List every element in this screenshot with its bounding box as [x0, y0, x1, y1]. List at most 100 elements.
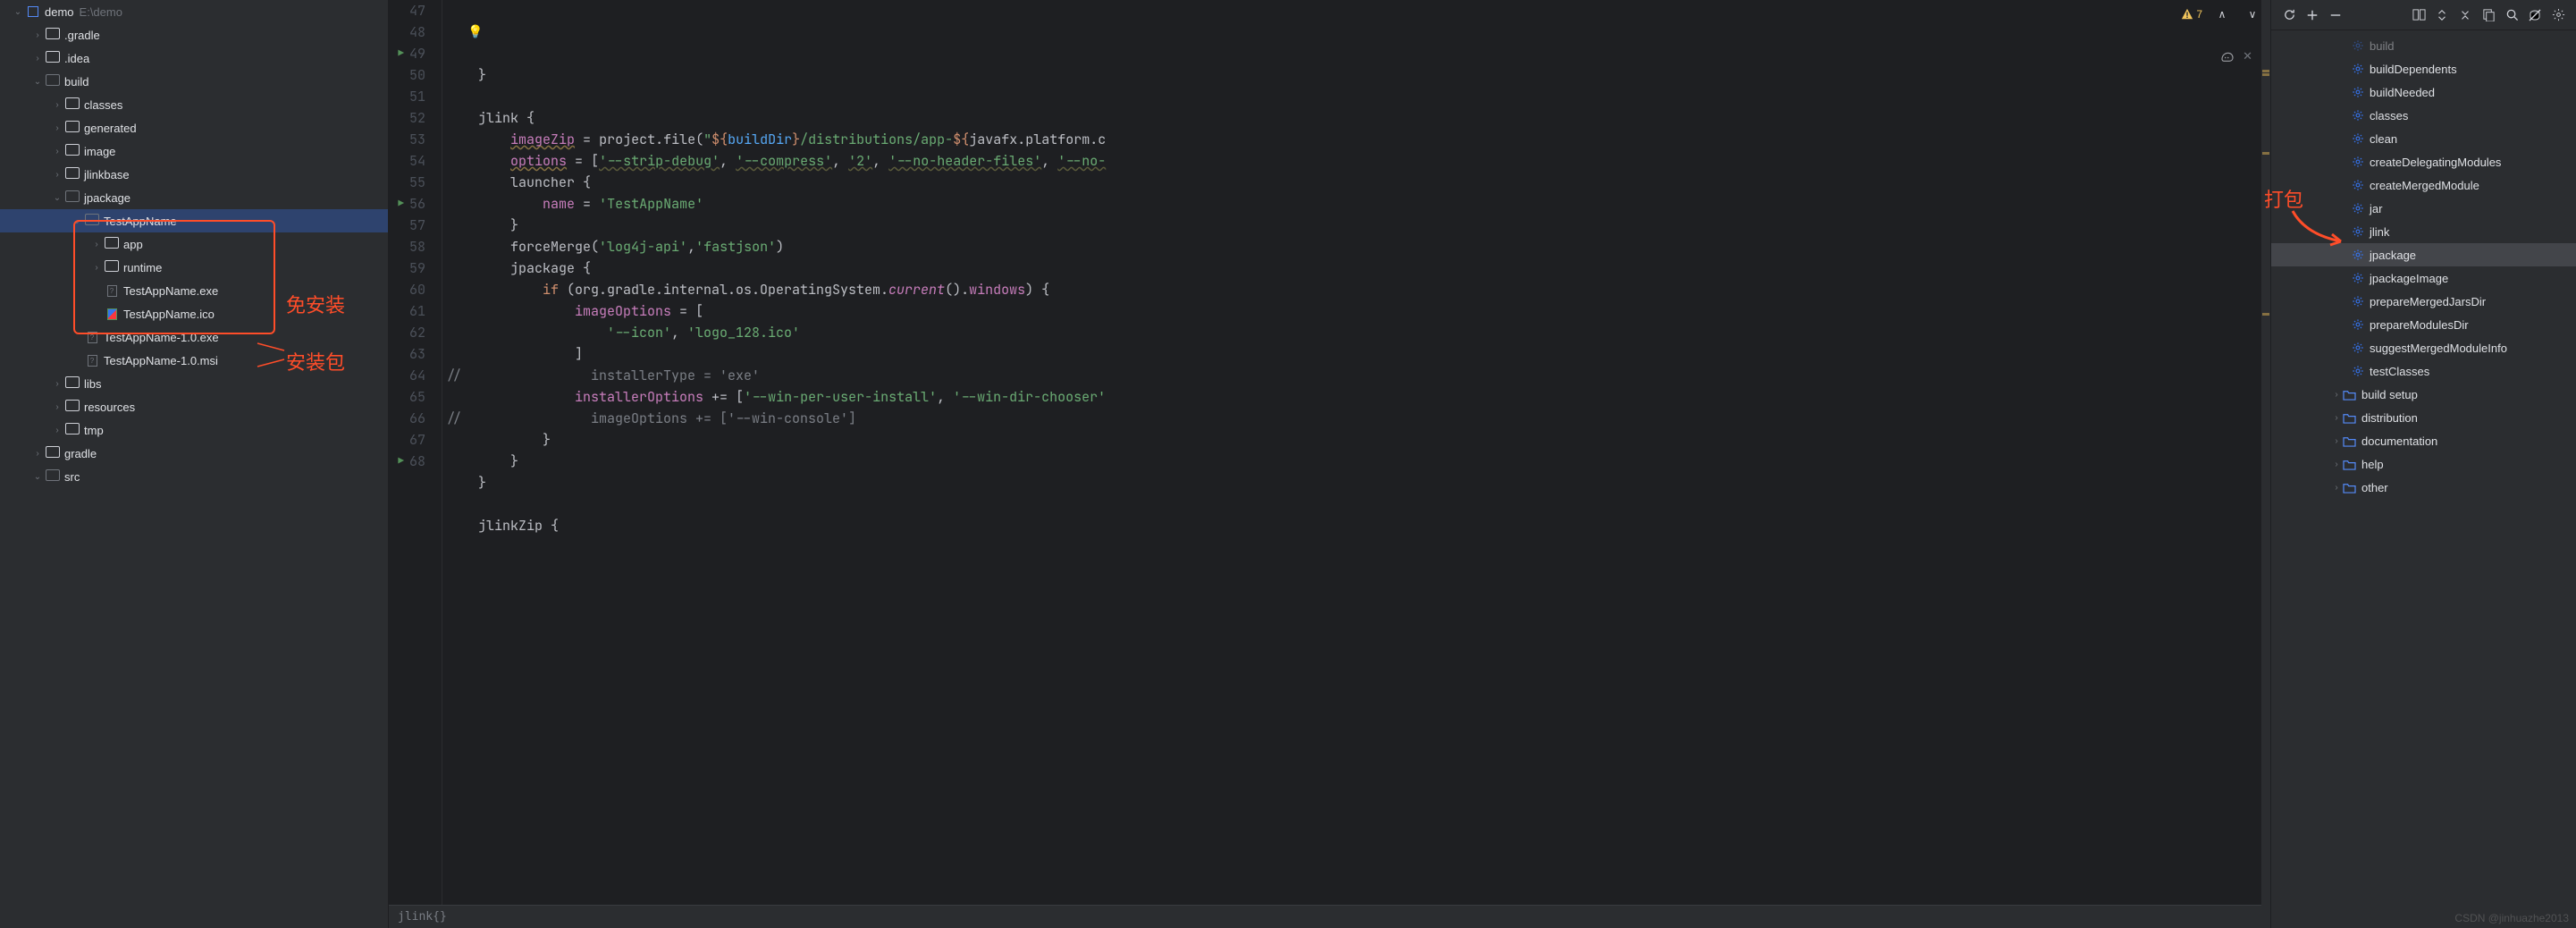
editor-inspections-widget[interactable]: 7 ∧ ∨ [2181, 4, 2263, 25]
tree-item-image[interactable]: ›image [0, 139, 388, 163]
remove-icon[interactable] [2325, 4, 2346, 26]
tree-item-testappname-1-0-exe[interactable]: ·?TestAppName-1.0.exe [0, 325, 388, 349]
settings-icon[interactable] [2547, 4, 2569, 26]
code-line[interactable]: imageZip = project.file("${buildDir}/dis… [446, 129, 2270, 150]
chevron-icon[interactable]: › [50, 100, 64, 110]
task-createMergedModule[interactable]: createMergedModule [2271, 173, 2576, 197]
offline-icon[interactable] [2524, 4, 2546, 26]
tree-item-jpackage[interactable]: ⌄jpackage [0, 186, 388, 209]
collapse-all-icon[interactable] [2454, 4, 2476, 26]
tree-item-runtime[interactable]: ›runtime [0, 256, 388, 279]
task-jar[interactable]: jar [2271, 197, 2576, 220]
code-line[interactable]: jpackage { [446, 257, 2270, 279]
code-line[interactable]: launcher { [446, 172, 2270, 193]
chevron-icon[interactable]: › [50, 147, 64, 156]
tree-item-app[interactable]: ›app [0, 232, 388, 256]
project-tree[interactable]: ⌄demoE:\demo›.gradle›.idea⌄build›classes… [0, 0, 388, 928]
tree-item-jlinkbase[interactable]: ›jlinkbase [0, 163, 388, 186]
chevron-icon[interactable]: › [30, 449, 45, 459]
code-line[interactable]: } [446, 451, 2270, 472]
expand-all-icon[interactable] [2431, 4, 2453, 26]
chevron-icon[interactable]: › [89, 240, 104, 249]
run-gutter-icon[interactable]: ▶ [398, 43, 404, 64]
intention-bulb-icon[interactable]: 💡 [467, 21, 483, 43]
code-line[interactable]: options = ['--strip-debug', '--compress'… [446, 150, 2270, 172]
task-buildDependents[interactable]: buildDependents [2271, 57, 2576, 80]
tree-item-testappname-ico[interactable]: ·TestAppName.ico [0, 302, 388, 325]
run-gutter-icon[interactable]: ▶ [398, 451, 404, 472]
code-line[interactable]: jlinkZip { [446, 515, 2270, 536]
editor[interactable]: 4748▶49505152535455▶56575859606162636465… [389, 0, 2270, 905]
chevron-icon[interactable]: ⌄ [70, 216, 84, 226]
code-line[interactable]: name = 'TestAppName' [446, 193, 2270, 215]
code-line[interactable]: if (org.gradle.internal.os.OperatingSyst… [446, 279, 2270, 300]
tree-item-demo[interactable]: ⌄demoE:\demo [0, 0, 388, 23]
refresh-icon[interactable] [2278, 4, 2300, 26]
task-group-documentation[interactable]: ›documentation [2271, 429, 2576, 452]
tree-item-generated[interactable]: ›generated [0, 116, 388, 139]
code-line[interactable]: // installerType = 'exe' [446, 365, 2270, 386]
code-line[interactable]: jlink { [446, 107, 2270, 129]
tree-item-testappname-1-0-msi[interactable]: ·?TestAppName-1.0.msi [0, 349, 388, 372]
task-suggestMergedModuleInfo[interactable]: suggestMergedModuleInfo [2271, 336, 2576, 359]
code-line[interactable]: imageOptions = [ [446, 300, 2270, 322]
chevron-icon[interactable]: › [30, 54, 45, 63]
task-group-help[interactable]: ›help [2271, 452, 2576, 476]
code-line[interactable] [446, 494, 2270, 515]
chevron-icon[interactable]: ⌄ [30, 472, 45, 482]
chevron-right-icon[interactable]: › [2330, 413, 2343, 423]
chevron-icon[interactable]: ⌄ [50, 193, 64, 203]
run-gutter-icon[interactable]: ▶ [398, 193, 404, 215]
task-buildNeeded[interactable]: buildNeeded [2271, 80, 2576, 104]
task-group-other[interactable]: ›other [2271, 476, 2576, 499]
tree-item--gradle[interactable]: ›.gradle [0, 23, 388, 46]
chevron-icon[interactable]: › [50, 379, 64, 389]
code-line[interactable]: } [446, 215, 2270, 236]
gradle-task-tree[interactable]: buildbuildDependentsbuildNeededclassescl… [2271, 30, 2576, 928]
code-line[interactable] [446, 86, 2270, 107]
task-testClasses[interactable]: testClasses [2271, 359, 2576, 383]
next-highlight-icon[interactable]: ∨ [2242, 4, 2263, 25]
chevron-icon[interactable]: › [50, 426, 64, 435]
chevron-icon[interactable]: ⌄ [11, 7, 25, 17]
download-sources-icon[interactable] [2478, 4, 2499, 26]
chevron-icon[interactable]: › [50, 402, 64, 412]
code-line[interactable]: installerOptions += ['--win-per-user-ins… [446, 386, 2270, 408]
task-prepareModulesDir[interactable]: prepareModulesDir [2271, 313, 2576, 336]
tree-item-resources[interactable]: ›resources [0, 395, 388, 418]
tree-item-src[interactable]: ⌄src [0, 465, 388, 488]
expand-tasks-icon[interactable] [2408, 4, 2429, 26]
prev-highlight-icon[interactable]: ∧ [2211, 4, 2233, 25]
tree-item--idea[interactable]: ›.idea [0, 46, 388, 70]
task-jpackageImage[interactable]: jpackageImage [2271, 266, 2576, 290]
task-createDelegatingModules[interactable]: createDelegatingModules [2271, 150, 2576, 173]
chevron-icon[interactable]: › [89, 263, 104, 273]
chevron-right-icon[interactable]: › [2330, 436, 2343, 446]
warning-badge[interactable]: 7 [2181, 8, 2202, 21]
error-stripe[interactable] [2261, 0, 2270, 905]
chevron-icon[interactable]: › [50, 170, 64, 180]
tree-item-tmp[interactable]: ›tmp [0, 418, 388, 442]
code-line[interactable]: '--icon', 'logo_128.ico' [446, 322, 2270, 343]
tree-item-build[interactable]: ⌄build [0, 70, 388, 93]
chevron-icon[interactable]: › [50, 123, 64, 133]
chevron-icon[interactable]: ⌄ [30, 77, 45, 87]
tree-item-testappname[interactable]: ⌄TestAppName [0, 209, 388, 232]
analyze-icon[interactable] [2501, 4, 2522, 26]
code-line[interactable]: } [446, 429, 2270, 451]
code-line[interactable]: } [446, 64, 2270, 86]
tree-item-gradle[interactable]: ›gradle [0, 442, 388, 465]
task-prepareMergedJarsDir[interactable]: prepareMergedJarsDir [2271, 290, 2576, 313]
chevron-right-icon[interactable]: › [2330, 483, 2343, 493]
chevron-right-icon[interactable]: › [2330, 460, 2343, 469]
code-line[interactable]: } [446, 472, 2270, 494]
chevron-icon[interactable]: › [30, 30, 45, 40]
code-line[interactable]: ] [446, 343, 2270, 365]
task-jpackage[interactable]: jpackage [2271, 243, 2576, 266]
task-build[interactable]: build [2271, 34, 2576, 57]
task-classes[interactable]: classes [2271, 104, 2576, 127]
tree-item-libs[interactable]: ›libs [0, 372, 388, 395]
task-clean[interactable]: clean [2271, 127, 2576, 150]
add-icon[interactable] [2302, 4, 2323, 26]
tree-item-classes[interactable]: ›classes [0, 93, 388, 116]
